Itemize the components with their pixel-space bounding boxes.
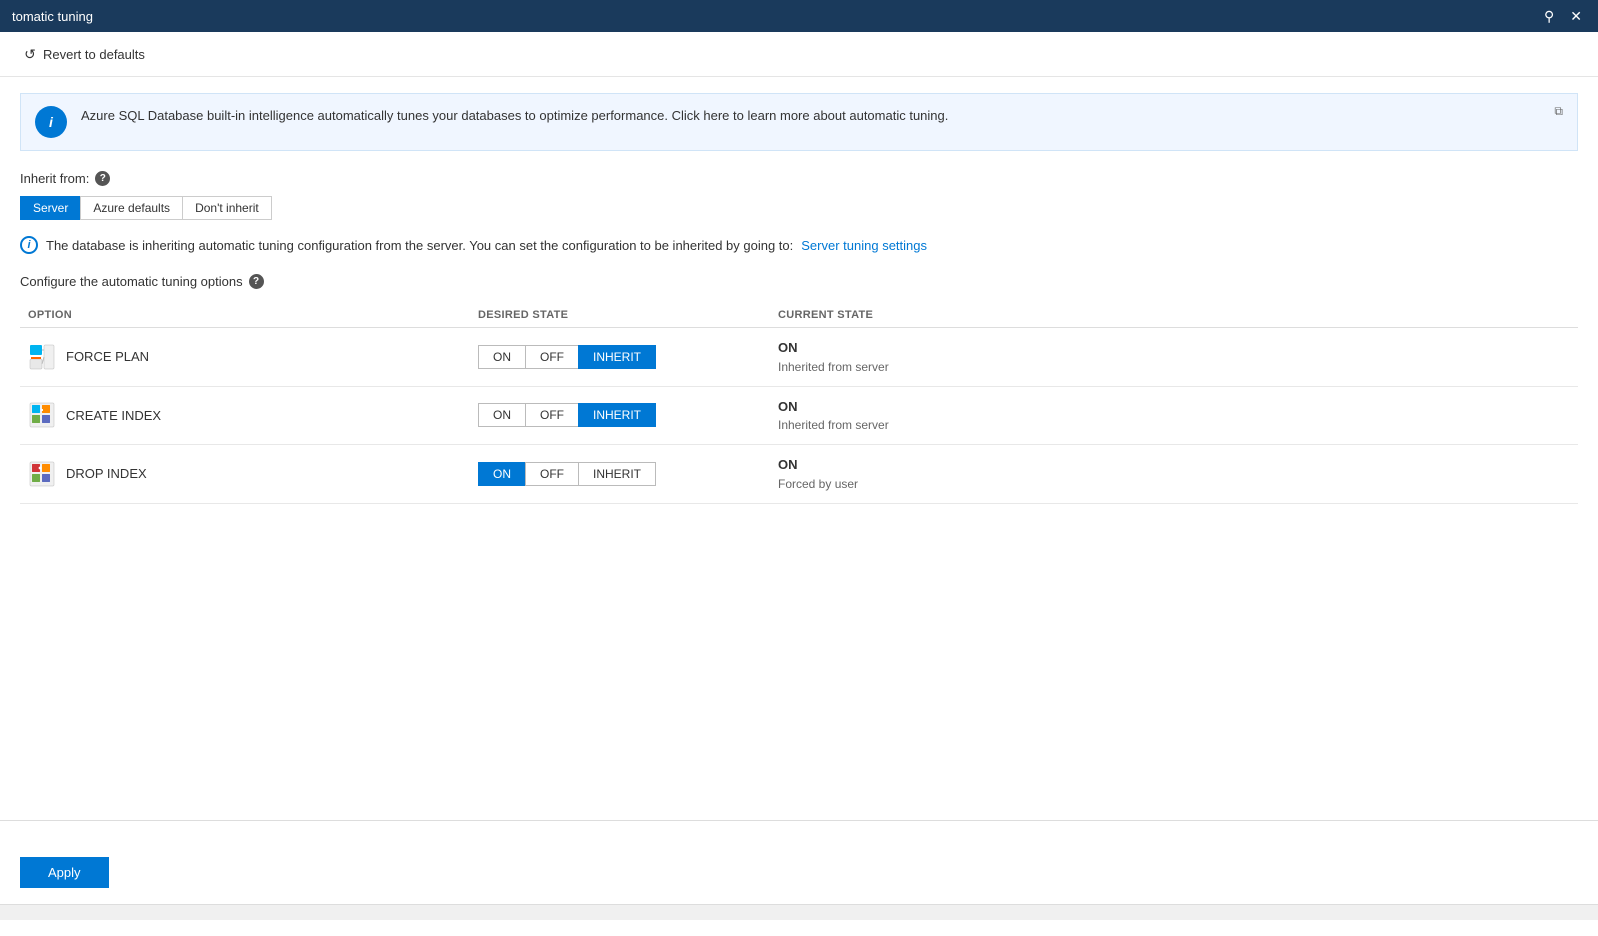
- revert-icon: ↺: [22, 46, 38, 62]
- inherit-info-row: i The database is inheriting automatic t…: [20, 236, 1578, 254]
- options-table: OPTION DESIRED STATE CURRENT STATE: [20, 303, 1578, 504]
- option-create-index: CREATE INDEX: [28, 401, 462, 429]
- config-help-icon[interactable]: ?: [249, 274, 264, 289]
- pin-button[interactable]: ⚲: [1540, 6, 1558, 27]
- create-index-state-sub: Inherited from server: [778, 416, 1570, 434]
- create-index-icon: [28, 401, 56, 429]
- option-create-index-cell: CREATE INDEX: [20, 386, 470, 445]
- table-row: CREATE INDEX ON OFF INHERIT ON Inherited…: [20, 386, 1578, 445]
- inherit-server-button[interactable]: Server: [20, 196, 80, 220]
- drop-index-desired-state-cell: ON OFF INHERIT: [470, 445, 770, 504]
- force-plan-on-button[interactable]: ON: [478, 345, 525, 369]
- drop-index-current-state-cell: ON Forced by user: [770, 445, 1578, 504]
- drop-index-inherit-button[interactable]: INHERIT: [578, 462, 656, 486]
- col-current-state: CURRENT STATE: [770, 303, 1578, 328]
- create-index-state-value: ON: [778, 397, 1570, 417]
- title-bar: tomatic tuning ⚲ ✕: [0, 0, 1598, 32]
- force-plan-state-sub: Inherited from server: [778, 358, 1570, 376]
- apply-button[interactable]: Apply: [20, 857, 109, 888]
- table-row: FORCE PLAN ON OFF INHERIT ON Inherited f…: [20, 328, 1578, 387]
- inherit-help-icon[interactable]: ?: [95, 171, 110, 186]
- window-controls: ⚲ ✕: [1540, 6, 1586, 27]
- table-body: FORCE PLAN ON OFF INHERIT ON Inherited f…: [20, 328, 1578, 504]
- config-title-text: Configure the automatic tuning options: [20, 274, 243, 289]
- footer: Apply: [0, 841, 1598, 904]
- col-option: OPTION: [20, 303, 470, 328]
- config-section-title: Configure the automatic tuning options ?: [20, 274, 1578, 289]
- create-index-toggle: ON OFF INHERIT: [478, 403, 762, 427]
- force-plan-inherit-button[interactable]: INHERIT: [578, 345, 656, 369]
- window-title: tomatic tuning: [12, 9, 93, 24]
- table-header: OPTION DESIRED STATE CURRENT STATE: [20, 303, 1578, 328]
- revert-label: Revert to defaults: [43, 47, 145, 62]
- drop-index-state-sub: Forced by user: [778, 475, 1570, 493]
- create-index-current-state-cell: ON Inherited from server: [770, 386, 1578, 445]
- force-plan-toggle: ON OFF INHERIT: [478, 345, 762, 369]
- create-index-desired-state-cell: ON OFF INHERIT: [470, 386, 770, 445]
- inherit-dont-inherit-button[interactable]: Don't inherit: [182, 196, 272, 220]
- info-banner-text: Azure SQL Database built-in intelligence…: [81, 106, 1563, 126]
- external-link-icon: ⧉: [1554, 104, 1563, 119]
- inherit-label-text: Inherit from:: [20, 171, 89, 186]
- inherit-azure-defaults-button[interactable]: Azure defaults: [80, 196, 182, 220]
- force-plan-desired-state-cell: ON OFF INHERIT: [470, 328, 770, 387]
- main-content: i Azure SQL Database built-in intelligen…: [0, 77, 1598, 520]
- force-plan-current-state-cell: ON Inherited from server: [770, 328, 1578, 387]
- create-index-current-state: ON Inherited from server: [778, 397, 1570, 435]
- server-tuning-settings-link[interactable]: Server tuning settings: [801, 238, 927, 253]
- drop-index-toggle: ON OFF INHERIT: [478, 462, 762, 486]
- create-index-label: CREATE INDEX: [66, 408, 161, 423]
- drop-index-off-button[interactable]: OFF: [525, 462, 578, 486]
- toolbar: ↺ Revert to defaults: [0, 32, 1598, 77]
- force-plan-icon: [28, 343, 56, 371]
- table-row: DROP INDEX ON OFF INHERIT ON Forced by u…: [20, 445, 1578, 504]
- force-plan-label: FORCE PLAN: [66, 349, 149, 364]
- option-force-plan-cell: FORCE PLAN: [20, 328, 470, 387]
- force-plan-state-value: ON: [778, 338, 1570, 358]
- drop-index-state-value: ON: [778, 455, 1570, 475]
- drop-index-icon: [28, 460, 56, 488]
- option-force-plan: FORCE PLAN: [28, 343, 462, 371]
- create-index-inherit-button[interactable]: INHERIT: [578, 403, 656, 427]
- revert-defaults-button[interactable]: ↺ Revert to defaults: [16, 42, 151, 66]
- horizontal-scrollbar[interactable]: [0, 904, 1598, 920]
- force-plan-current-state: ON Inherited from server: [778, 338, 1570, 376]
- inherit-info-text: The database is inheriting automatic tun…: [46, 238, 793, 253]
- create-index-on-button[interactable]: ON: [478, 403, 525, 427]
- col-desired-state: DESIRED STATE: [470, 303, 770, 328]
- option-drop-index: DROP INDEX: [28, 460, 462, 488]
- option-drop-index-cell: DROP INDEX: [20, 445, 470, 504]
- drop-index-current-state: ON Forced by user: [778, 455, 1570, 493]
- info-row-icon: i: [20, 236, 38, 254]
- close-button[interactable]: ✕: [1566, 6, 1586, 27]
- force-plan-off-button[interactable]: OFF: [525, 345, 578, 369]
- drop-index-on-button[interactable]: ON: [478, 462, 525, 486]
- info-circle-icon: i: [35, 106, 67, 138]
- drop-index-label: DROP INDEX: [66, 466, 147, 481]
- create-index-off-button[interactable]: OFF: [525, 403, 578, 427]
- info-banner[interactable]: i Azure SQL Database built-in intelligen…: [20, 93, 1578, 151]
- inherit-from-label: Inherit from: ?: [20, 171, 1578, 186]
- inherit-button-group: Server Azure defaults Don't inherit: [20, 196, 1578, 220]
- footer-divider: [0, 820, 1598, 821]
